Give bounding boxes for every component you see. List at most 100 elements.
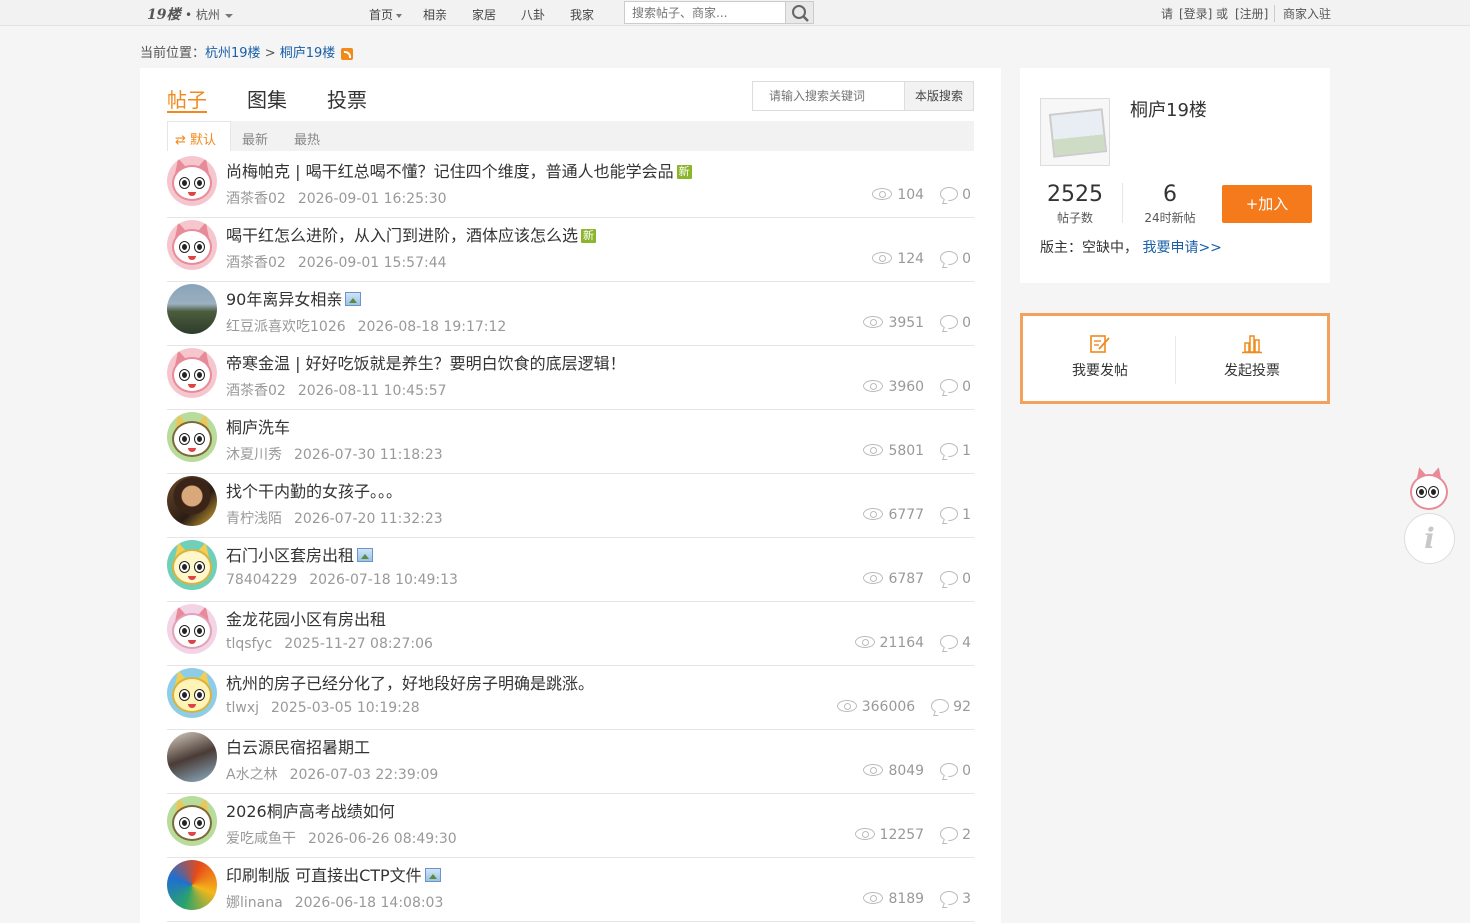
view-count: 12257 (879, 827, 925, 843)
avatar[interactable] (167, 284, 217, 334)
nav-home[interactable]: 首页 (369, 6, 403, 23)
post-row: 找个干内勤的女孩子。。。 青柠浅陌 2026-07-20 11:32:23 6777 1 (167, 474, 974, 538)
post-author[interactable]: 沐夏川秀 (226, 447, 282, 463)
post-title-line: 找个干内勤的女孩子。。。 (226, 478, 402, 502)
mascot-icon[interactable] (1408, 465, 1450, 515)
post-author[interactable]: 酒茶香02 (226, 255, 286, 271)
post-stats: 8049 0 (863, 763, 971, 779)
post-title[interactable]: 帝寒金温 | 好好吃饭就是养生？要明白饮食的底层逻辑！ (226, 354, 626, 373)
action-card: 我要发帖 发起投票 (1020, 313, 1330, 404)
post-author[interactable]: 爱吃咸鱼干 (226, 831, 296, 847)
post-author[interactable]: tlwxj (226, 700, 259, 716)
post-title[interactable]: 2026桐庐高考战绩如何 (226, 802, 395, 821)
top-search-button[interactable] (785, 1, 814, 24)
nav-dating[interactable]: 相亲 (423, 6, 447, 23)
avatar[interactable] (167, 156, 217, 206)
post-meta: A水之林 2026-07-03 22:39:09 (226, 764, 438, 784)
merchant-link[interactable]: 商家入驻 (1274, 5, 1331, 22)
post-title[interactable]: 桐庐洗车 (226, 418, 290, 437)
post-title[interactable]: 喝干红怎么进阶，从入门到进阶，酒体应该怎么选 (226, 226, 578, 245)
sort-default[interactable]: ⇄ 默认 (167, 121, 231, 151)
board-search-input[interactable] (752, 81, 905, 111)
post-title[interactable]: 找个干内勤的女孩子。。。 (226, 482, 402, 501)
post-list: 尚梅帕克 | 喝干红总喝不懂？记住四个维度，普通人也能学会品新酒茶香02 2026… (167, 154, 974, 922)
nav-home-label: 首页 (369, 8, 394, 22)
reply-count: 0 (962, 187, 971, 203)
avatar[interactable] (167, 604, 217, 654)
breadcrumb-city-link[interactable]: 杭州19楼 (205, 46, 261, 61)
new-post-button[interactable]: 我要发帖 (1025, 334, 1175, 380)
post-title[interactable]: 尚梅帕克 | 喝干红总喝不懂？记住四个维度，普通人也能学会品 (226, 162, 674, 181)
post-title[interactable]: 杭州的房子已经分化了，好地段好房子明确是跳涨。 (226, 674, 594, 693)
post-author[interactable]: 78404229 (226, 572, 297, 588)
avatar[interactable] (167, 220, 217, 270)
post-row: 尚梅帕克 | 喝干红总喝不懂？记住四个维度，普通人也能学会品新酒茶香02 2026… (167, 154, 974, 218)
view-count: 6777 (888, 507, 925, 523)
avatar-eye (180, 626, 189, 636)
rss-icon[interactable] (341, 47, 354, 60)
avatar-eye (195, 690, 204, 700)
avatar[interactable] (167, 412, 217, 462)
post-title[interactable]: 金龙花园小区有房出租 (226, 610, 386, 629)
view-count: 3960 (888, 379, 925, 395)
posts-count-stat: 2525 帖子数 (1040, 182, 1110, 226)
sort-newest[interactable]: 最新 (242, 129, 268, 148)
avatar[interactable] (167, 732, 217, 782)
login-link[interactable]: [登录] (1179, 5, 1212, 22)
post-title[interactable]: 石门小区套房出租 (226, 546, 354, 565)
site-logo[interactable]: 19楼 (147, 4, 180, 24)
eye-icon (863, 444, 884, 456)
forum-info-card: 桐庐19楼 2525 帖子数 6 24时新帖 +加入 版主：空缺中， 我要申请>… (1020, 68, 1330, 283)
top-search-input[interactable] (624, 1, 786, 24)
post-title-line: 桐庐洗车 (226, 414, 290, 438)
post-author[interactable]: A水之林 (226, 767, 278, 783)
sort-hottest[interactable]: 最热 (294, 129, 320, 148)
new-posts-count: 6 (1163, 182, 1177, 207)
apply-moderator-link[interactable]: 我要申请>> (1142, 240, 1221, 256)
nav-my-home[interactable]: 我家 (570, 6, 594, 23)
register-link[interactable]: [注册] (1235, 5, 1268, 22)
post-date: 2025-11-27 08:27:06 (284, 636, 433, 652)
avatar[interactable] (167, 796, 217, 846)
action-divider (1175, 336, 1176, 384)
avatar[interactable] (167, 348, 217, 398)
avatar[interactable] (167, 668, 217, 718)
view-count: 5801 (888, 443, 925, 459)
post-title[interactable]: 印刷制版 可直接出CTP文件 (226, 866, 422, 885)
avatar[interactable] (167, 540, 217, 590)
comment-icon (940, 571, 959, 585)
post-title[interactable]: 白云源民宿招暑期工 (226, 738, 370, 757)
nav-gossip[interactable]: 八卦 (521, 6, 545, 23)
avatar[interactable] (167, 860, 217, 910)
breadcrumb-forum-link[interactable]: 桐庐19楼 (280, 46, 336, 61)
post-author[interactable]: 酒茶香02 (226, 383, 286, 399)
comment-icon (940, 443, 959, 457)
info-icon[interactable]: i (1404, 513, 1455, 564)
view-count: 104 (897, 187, 925, 203)
post-author[interactable]: tlqsfyc (226, 636, 272, 652)
avatar[interactable] (167, 476, 217, 526)
post-stats: 12257 2 (854, 827, 971, 843)
reply-count: 1 (962, 507, 971, 523)
tab-posts[interactable]: 帖子 (167, 84, 207, 113)
start-vote-button[interactable]: 发起投票 (1177, 334, 1327, 380)
tab-votes[interactable]: 投票 (327, 84, 367, 113)
board-search-button[interactable]: 本版搜索 (904, 81, 974, 111)
post-meta: 娜linana 2026-06-18 14:08:03 (226, 892, 443, 912)
view-count: 21164 (879, 635, 925, 651)
comment-icon (940, 315, 959, 329)
post-date: 2026-08-11 10:45:57 (297, 383, 447, 399)
reply-count: 92 (953, 699, 971, 715)
post-title[interactable]: 90年离异女相亲 (226, 290, 342, 309)
post-author[interactable]: 娜linana (226, 895, 283, 911)
nav-home-decor[interactable]: 家居 (472, 6, 496, 23)
post-author[interactable]: 酒茶香02 (226, 191, 286, 207)
city-selector[interactable]: • 杭州 (185, 6, 233, 23)
post-author[interactable]: 红豆派喜欢吃1026 (226, 319, 346, 335)
breadcrumb: 当前位置：杭州19楼 > 桐庐19楼 (140, 42, 354, 61)
post-row: 2026桐庐高考战绩如何 爱吃咸鱼干 2026-06-26 08:49:30 1225… (167, 794, 974, 858)
tab-gallery[interactable]: 图集 (247, 84, 287, 113)
join-button[interactable]: +加入 (1222, 185, 1312, 223)
post-author[interactable]: 青柠浅陌 (226, 511, 282, 527)
avatar-eye (195, 178, 204, 188)
